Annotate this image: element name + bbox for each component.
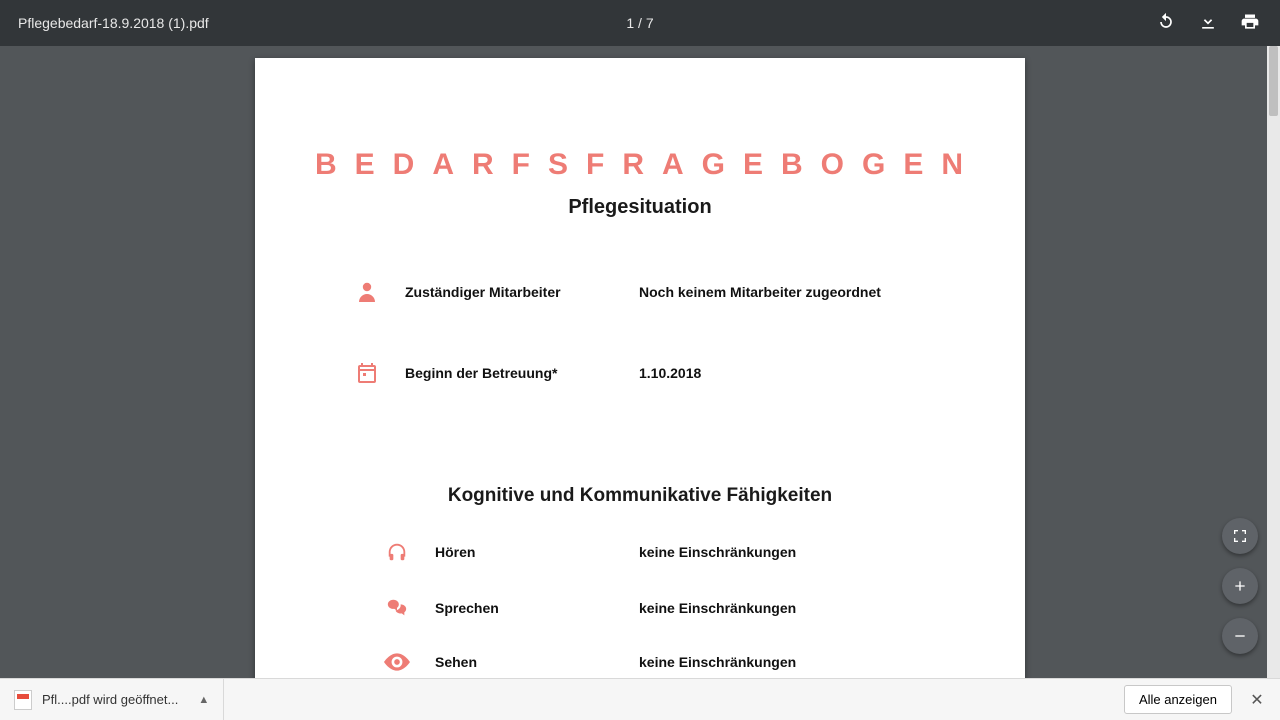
row-value: keine Einschränkungen xyxy=(639,600,796,616)
row-sprechen: Sprechen keine Einschränkungen xyxy=(315,597,965,619)
calendar-icon xyxy=(345,361,389,385)
scrollbar-thumb[interactable] xyxy=(1269,46,1278,116)
eye-icon xyxy=(375,653,419,671)
row-sehen: Sehen keine Einschränkungen xyxy=(315,653,965,671)
row-value: Noch keinem Mitarbeiter zugeordnet xyxy=(639,284,881,300)
row-beginn: Beginn der Betreuung* 1.10.2018 xyxy=(315,361,965,385)
row-label: Hören xyxy=(419,544,639,560)
pdf-file-icon xyxy=(14,690,32,710)
zoom-in-button[interactable] xyxy=(1222,568,1258,604)
pdf-toolbar: Pflegebedarf-18.9.2018 (1).pdf 1 / 7 xyxy=(0,0,1280,46)
show-all-button[interactable]: Alle anzeigen xyxy=(1124,685,1232,714)
print-icon[interactable] xyxy=(1240,12,1260,35)
person-icon xyxy=(345,279,389,305)
page-indicator: 1 / 7 xyxy=(626,15,653,31)
pdf-page: BEDARFSFRAGEBOGEN Pflegesituation Zustän… xyxy=(255,58,1025,678)
row-value: keine Einschränkungen xyxy=(639,654,796,670)
row-mitarbeiter: Zuständiger Mitarbeiter Noch keinem Mita… xyxy=(315,279,965,305)
row-label: Sehen xyxy=(419,654,639,670)
section-pflegesituation: Zuständiger Mitarbeiter Noch keinem Mita… xyxy=(315,279,965,385)
close-shelf-button[interactable]: ✕ xyxy=(1242,690,1272,710)
chevron-up-icon[interactable]: ▲ xyxy=(198,694,209,706)
scrollbar[interactable] xyxy=(1267,46,1280,678)
row-label: Sprechen xyxy=(419,600,639,616)
toolbar-actions xyxy=(1156,12,1280,35)
row-value: keine Einschränkungen xyxy=(639,544,796,560)
page-total: 7 xyxy=(646,15,654,31)
download-icon[interactable] xyxy=(1198,12,1218,35)
row-value: 1.10.2018 xyxy=(639,365,701,381)
page-sep: / xyxy=(634,15,646,31)
zoom-controls xyxy=(1222,518,1258,654)
doc-subtitle: Pflegesituation xyxy=(315,196,965,219)
download-shelf: Pfl....pdf wird geöffnet... ▲ Alle anzei… xyxy=(0,678,1280,720)
fit-page-button[interactable] xyxy=(1222,518,1258,554)
download-item[interactable]: Pfl....pdf wird geöffnet... ▲ xyxy=(0,679,224,720)
headphones-icon xyxy=(375,541,419,563)
row-label: Beginn der Betreuung* xyxy=(389,365,639,381)
speech-icon xyxy=(375,597,419,619)
page-current: 1 xyxy=(626,15,634,31)
section-abilities: Hören keine Einschränkungen Sprechen kei… xyxy=(315,541,965,671)
zoom-out-button[interactable] xyxy=(1222,618,1258,654)
section-heading-abilities: Kognitive und Kommunikative Fähigkeiten xyxy=(315,485,965,507)
rotate-icon[interactable] xyxy=(1156,12,1176,35)
row-label: Zuständiger Mitarbeiter xyxy=(389,284,639,300)
row-hoeren: Hören keine Einschränkungen xyxy=(315,541,965,563)
download-item-label: Pfl....pdf wird geöffnet... xyxy=(42,692,178,707)
pdf-viewer[interactable]: BEDARFSFRAGEBOGEN Pflegesituation Zustän… xyxy=(0,46,1280,678)
doc-title: BEDARFSFRAGEBOGEN xyxy=(315,148,965,182)
file-title: Pflegebedarf-18.9.2018 (1).pdf xyxy=(0,15,209,31)
